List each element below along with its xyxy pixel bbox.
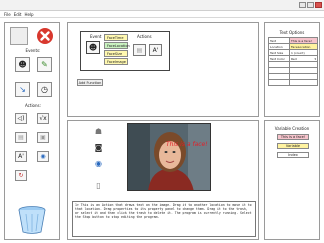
table-row	[268, 79, 319, 86]
camera-panel: ☗ ◙ ◉ ▯ This is a face! 1> This is an Ac…	[67, 120, 259, 240]
stop-icon	[37, 28, 53, 44]
face-icon: ☻	[88, 43, 98, 52]
event-color-tool[interactable]: ✎	[37, 57, 52, 72]
camera-icon: ◙	[94, 142, 103, 152]
event-motion-tool[interactable]: ↘	[15, 82, 30, 97]
text-options-panel: Text Options Text This is a face! Locati…	[264, 22, 320, 117]
trash-icon	[18, 206, 46, 234]
menu-bar: File Edit Help	[0, 11, 324, 18]
action-slot-image[interactable]: ▤	[133, 44, 146, 56]
web-button[interactable]: ◉	[92, 157, 105, 169]
maximize-button[interactable]	[307, 2, 314, 8]
window-titlebar	[0, 0, 324, 11]
event-option-facelocation[interactable]: FaceLocation	[104, 42, 130, 49]
loop-icon: ↻	[18, 172, 24, 179]
add-function-button[interactable]: Add Function	[77, 79, 103, 86]
camera-button[interactable]: ◙	[92, 141, 105, 153]
program-output-text[interactable]: 1> This is an Action that draws text on …	[72, 201, 256, 237]
globe-icon: ◉	[95, 158, 102, 168]
trash-can[interactable]	[15, 205, 49, 235]
image-icon: ▤	[18, 134, 24, 141]
text-options-table: Text This is a face! Location FaceLocati…	[268, 37, 319, 86]
minimize-button[interactable]	[299, 2, 306, 8]
event-option-faceimage[interactable]: FaceImage	[104, 58, 128, 65]
timer-icon: ◷	[41, 85, 48, 94]
event-label: Event	[90, 34, 102, 39]
webcam-image	[128, 124, 210, 190]
toolbox-panel: Events: ☻ ✎ ↘ ◷ Actions: ◁) √x ▤ ▣ A' ◉ …	[4, 22, 60, 240]
video-overlay-text: This is a face!	[166, 141, 208, 148]
play-button[interactable]	[10, 27, 28, 45]
action-globe-tool[interactable]: ◉	[37, 151, 49, 162]
action-image-tool[interactable]: ▤	[15, 132, 27, 143]
color-select-value: Red	[290, 56, 297, 61]
menu-edit[interactable]: Edit	[14, 12, 22, 17]
event-block[interactable]: Event ☻ FaceTime FaceLocation FaceSize F…	[80, 31, 170, 71]
stop-button[interactable]	[36, 27, 54, 45]
paint-icon: ✎	[41, 60, 48, 69]
events-label: Events:	[25, 48, 41, 53]
document-button[interactable]: ▯	[92, 179, 105, 191]
variable-item[interactable]: Variable	[277, 143, 309, 149]
variable-text-item[interactable]: This is a face!	[277, 134, 309, 140]
window-controls	[299, 2, 322, 8]
variable-index-item[interactable]: Index	[277, 152, 309, 158]
webcam-video: This is a face!	[127, 123, 211, 191]
camera-capture-button[interactable]: ☗	[92, 125, 105, 137]
event-option-facesize[interactable]: FaceSize	[104, 50, 128, 57]
photo-icon: ▣	[40, 134, 46, 141]
event-timer-tool[interactable]: ◷	[37, 82, 52, 97]
program-editor: Event ☻ FaceTime FaceLocation FaceSize F…	[67, 22, 259, 117]
face-icon: ☻	[18, 60, 27, 69]
action-sound-tool[interactable]: ◁)	[15, 113, 27, 124]
actions-header: Actions	[137, 34, 152, 39]
event-face-slot[interactable]: ☻	[86, 41, 100, 54]
action-text-tool[interactable]: A'	[15, 151, 27, 162]
event-option-facetime[interactable]: FaceTime	[104, 34, 128, 41]
close-window-button[interactable]	[315, 2, 322, 8]
actions-label: Actions:	[25, 103, 41, 108]
variable-creation-title: Variable Creation	[274, 126, 310, 131]
motion-icon: ↘	[19, 85, 26, 94]
event-face-tool[interactable]: ☻	[15, 57, 30, 72]
image-icon: ▤	[136, 46, 143, 54]
sound-icon: ◁)	[17, 115, 25, 122]
person-icon: ☗	[94, 126, 103, 136]
action-slot-text[interactable]: A'	[149, 44, 162, 56]
menu-help[interactable]: Help	[24, 12, 33, 17]
action-photo-tool[interactable]: ▣	[37, 132, 49, 143]
action-loop-tool[interactable]: ↻	[15, 170, 27, 181]
chevron-down-icon: ▾	[314, 56, 316, 61]
sqrt-icon: √x	[39, 115, 47, 122]
globe-icon: ◉	[40, 153, 46, 160]
text-options-title: Text Options	[279, 30, 305, 35]
action-math-tool[interactable]: √x	[37, 113, 49, 124]
text-icon: A'	[152, 46, 159, 54]
document-icon: ▯	[96, 180, 101, 190]
variable-creation-panel: Variable Creation This is a face! Variab…	[264, 120, 320, 240]
text-icon: A'	[18, 153, 24, 160]
menu-file[interactable]: File	[4, 12, 11, 17]
